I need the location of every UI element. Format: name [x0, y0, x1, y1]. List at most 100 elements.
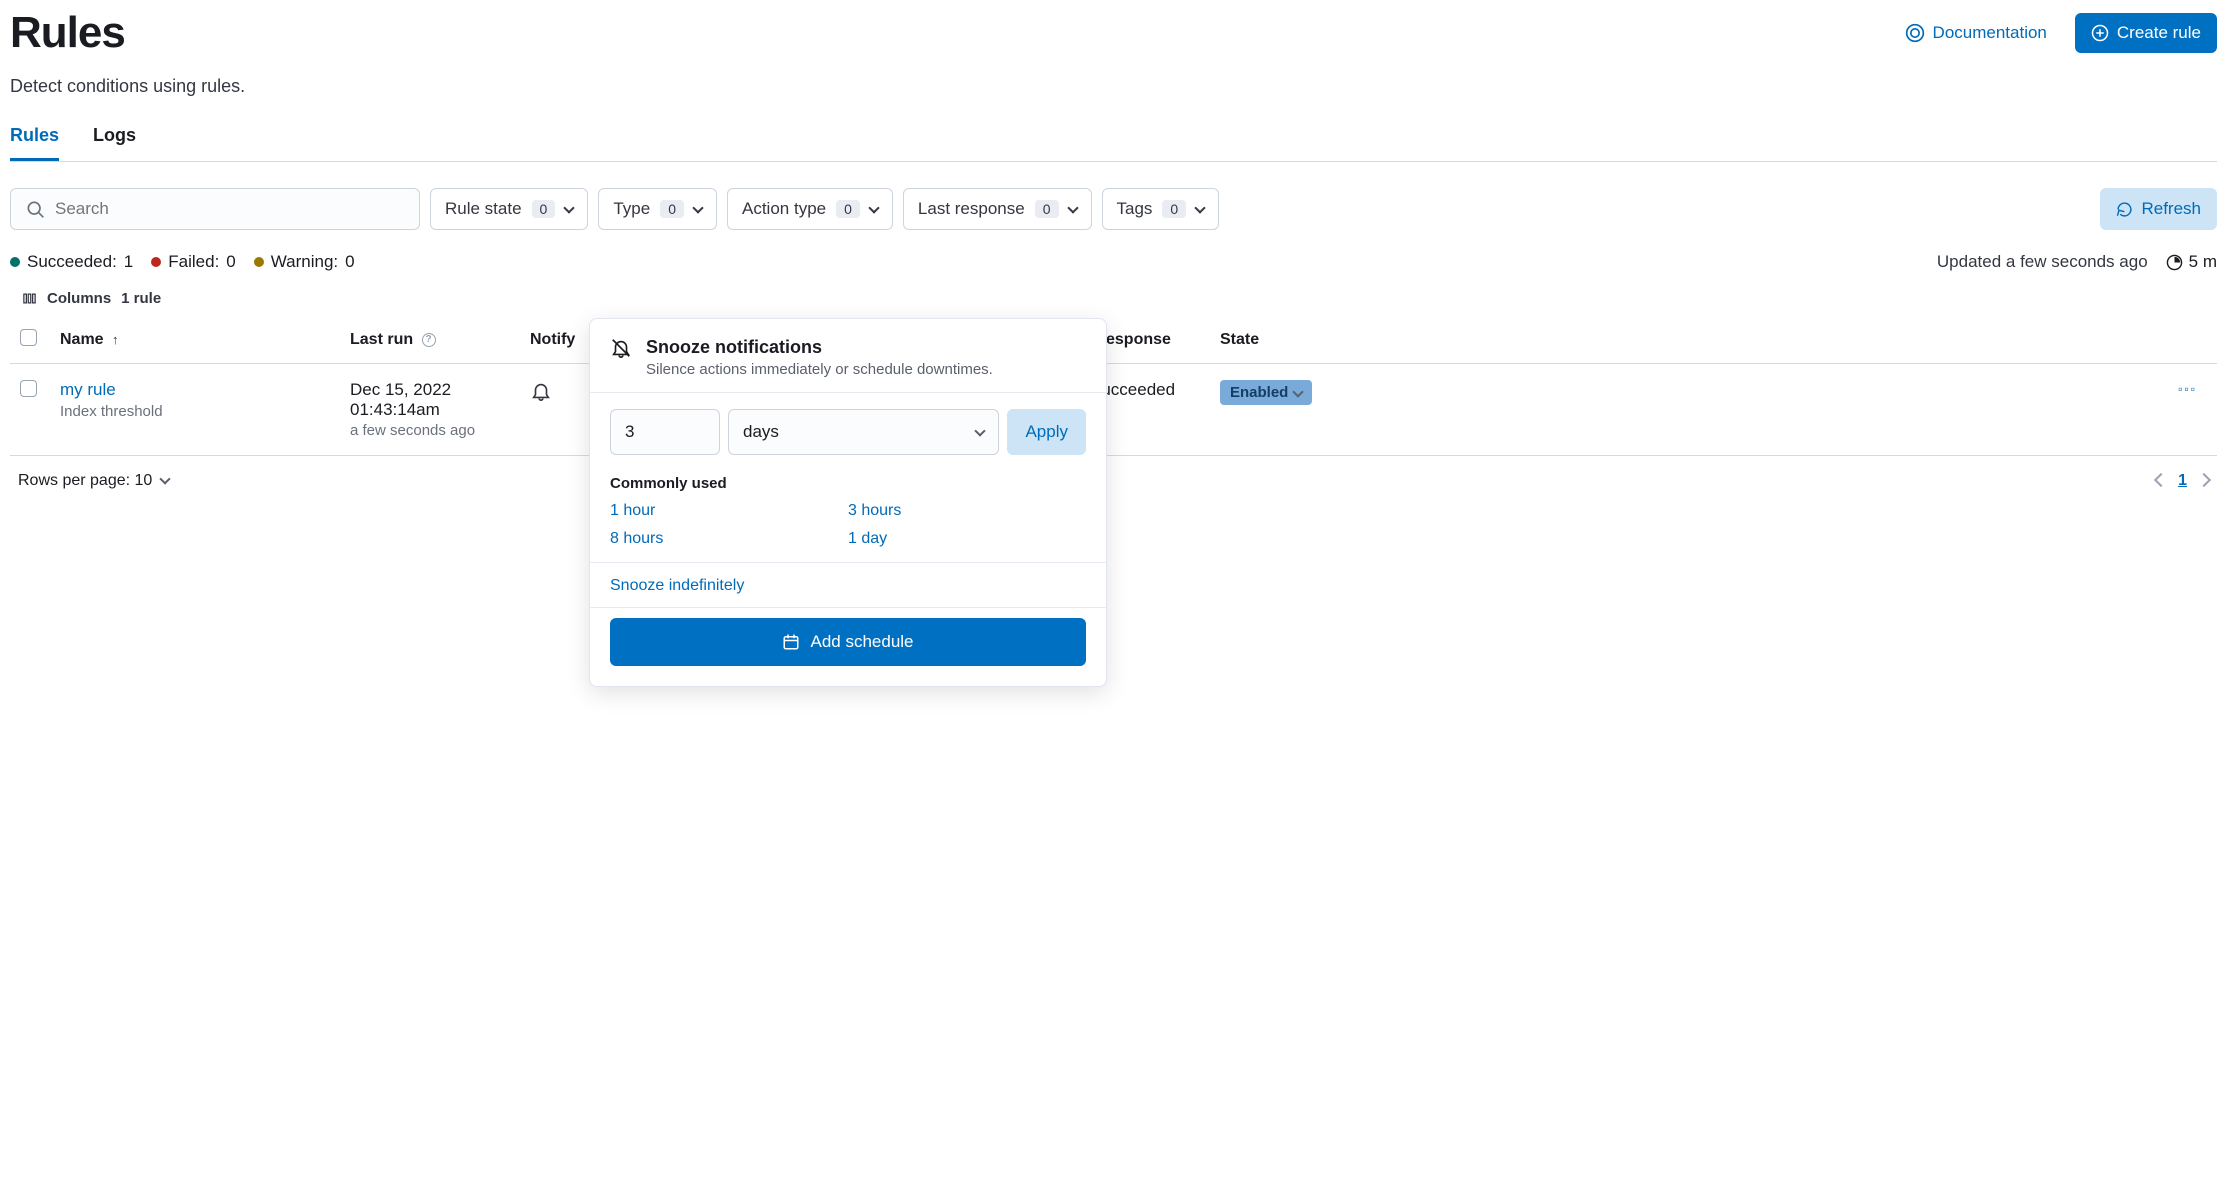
- row-checkbox[interactable]: [20, 380, 37, 397]
- snooze-duration-input[interactable]: [610, 409, 720, 455]
- updated-text: Updated a few seconds ago: [1937, 252, 2148, 272]
- filter-action-type[interactable]: Action type 0: [727, 188, 893, 230]
- snooze-input-row: days Apply: [610, 409, 1086, 455]
- chevron-down-icon: [1195, 202, 1206, 213]
- chevron-down-icon: [564, 202, 575, 213]
- pager-next[interactable]: [2199, 472, 2209, 490]
- page-subtitle: Detect conditions using rules.: [10, 76, 2217, 97]
- popover-subtitle: Silence actions immediately or schedule …: [646, 361, 993, 378]
- filter-tags[interactable]: Tags 0: [1102, 188, 1220, 230]
- status-succeeded-label: Succeeded:: [27, 252, 117, 272]
- chevron-down-icon: [975, 425, 986, 436]
- tab-logs[interactable]: Logs: [93, 125, 136, 161]
- documentation-link[interactable]: Documentation: [1905, 23, 2047, 43]
- table-row: my rule Index threshold Dec 15, 2022 01:…: [10, 364, 2217, 456]
- status-warning-label: Warning:: [271, 252, 338, 272]
- common-option-3hours[interactable]: 3 hours: [848, 502, 1086, 520]
- snooze-unit-value: days: [743, 422, 779, 442]
- search-icon: [25, 199, 45, 219]
- dot-icon: [254, 257, 264, 267]
- pager-prev[interactable]: [2156, 472, 2166, 490]
- search-input-wrapper[interactable]: [10, 188, 420, 230]
- row-actions-button[interactable]: ▫▫▫: [2178, 382, 2197, 396]
- status-failed: Failed: 0: [151, 252, 236, 272]
- help-circle-icon: [1905, 23, 1925, 43]
- th-name[interactable]: Name: [60, 331, 104, 348]
- status-failed-label: Failed:: [168, 252, 219, 272]
- state-badge[interactable]: Enabled: [1220, 380, 1312, 405]
- rule-type: Index threshold: [60, 403, 330, 420]
- status-succeeded-value: 1: [124, 252, 133, 272]
- filters-row: Rule state 0 Type 0 Action type 0 Last r…: [10, 188, 2217, 230]
- common-option-1hour[interactable]: 1 hour: [610, 502, 848, 520]
- commonly-used-title: Commonly used: [610, 475, 1086, 492]
- common-option-1day[interactable]: 1 day: [848, 530, 1086, 548]
- filter-action-type-label: Action type: [742, 199, 826, 219]
- refresh-icon: [2116, 201, 2133, 218]
- th-last-run[interactable]: Last run: [350, 331, 413, 348]
- add-schedule-label: Add schedule: [810, 632, 913, 652]
- snooze-unit-select[interactable]: days: [728, 409, 999, 455]
- refresh-interval[interactable]: 5 m: [2166, 252, 2217, 272]
- refresh-label: Refresh: [2141, 199, 2201, 219]
- columns-icon[interactable]: [22, 291, 37, 306]
- last-run-date: Dec 15, 2022: [350, 380, 510, 400]
- documentation-link-label: Documentation: [1933, 23, 2047, 43]
- bell-icon[interactable]: [530, 380, 552, 402]
- tab-rules[interactable]: Rules: [10, 125, 59, 161]
- chevron-down-icon: [868, 202, 879, 213]
- filter-action-type-count: 0: [836, 200, 860, 218]
- pager-page-number[interactable]: 1: [2178, 472, 2187, 490]
- chevron-right-icon: [2197, 473, 2211, 487]
- add-schedule-button[interactable]: Add schedule: [610, 618, 1086, 666]
- state-value: Enabled: [1230, 384, 1288, 401]
- page-title: Rules: [10, 8, 125, 58]
- rules-table: Name ↑ Last run ? Notify t response Stat…: [10, 315, 2217, 456]
- refresh-interval-value: 5 m: [2189, 252, 2217, 272]
- refresh-button[interactable]: Refresh: [2100, 188, 2217, 230]
- bell-off-icon: [610, 337, 632, 359]
- rows-per-page[interactable]: Rows per page: 10: [18, 472, 169, 490]
- popover-body: days Apply Commonly used 1 hour 3 hours …: [590, 393, 1106, 686]
- clock-icon: [2166, 254, 2183, 271]
- info-icon[interactable]: ?: [422, 333, 436, 347]
- chevron-down-icon: [692, 202, 703, 213]
- filter-last-response-label: Last response: [918, 199, 1025, 219]
- create-rule-button[interactable]: Create rule: [2075, 13, 2217, 53]
- filter-type-count: 0: [660, 200, 684, 218]
- pager: 1: [2156, 472, 2209, 490]
- filter-tags-label: Tags: [1117, 199, 1153, 219]
- table-footer: Rows per page: 10 1: [10, 456, 2217, 490]
- popover-header: Snooze notifications Silence actions imm…: [590, 319, 1106, 392]
- chevron-down-icon: [1293, 386, 1304, 397]
- plus-circle-icon: [2091, 24, 2109, 42]
- filter-type-label: Type: [613, 199, 650, 219]
- common-option-8hours[interactable]: 8 hours: [610, 530, 848, 548]
- status-row: Succeeded: 1 Failed: 0 Warning: 0 Update…: [10, 252, 2217, 272]
- calendar-icon: [782, 633, 800, 651]
- filter-type[interactable]: Type 0: [598, 188, 717, 230]
- filter-rule-state-count: 0: [532, 200, 556, 218]
- select-all-checkbox[interactable]: [20, 329, 37, 346]
- last-run-time: 01:43:14am: [350, 400, 510, 420]
- filter-rule-state-label: Rule state: [445, 199, 522, 219]
- filter-last-response[interactable]: Last response 0: [903, 188, 1092, 230]
- status-succeeded: Succeeded: 1: [10, 252, 133, 272]
- filter-last-response-count: 0: [1035, 200, 1059, 218]
- status-warning: Warning: 0: [254, 252, 355, 272]
- chevron-left-icon: [2154, 473, 2168, 487]
- columns-toggle[interactable]: Columns: [47, 290, 111, 307]
- chevron-down-icon: [1067, 202, 1078, 213]
- search-input[interactable]: [55, 199, 405, 219]
- sort-asc-icon: ↑: [112, 332, 119, 347]
- status-warning-value: 0: [345, 252, 354, 272]
- commonly-used-grid: 1 hour 3 hours 8 hours 1 day: [610, 502, 1086, 548]
- filter-rule-state[interactable]: Rule state 0: [430, 188, 588, 230]
- dot-icon: [151, 257, 161, 267]
- th-state[interactable]: State: [1210, 315, 1370, 364]
- apply-button[interactable]: Apply: [1007, 409, 1086, 455]
- rule-count: 1 rule: [121, 290, 161, 307]
- last-run-relative: a few seconds ago: [350, 422, 510, 439]
- rule-name-link[interactable]: my rule: [60, 380, 330, 400]
- snooze-indefinitely-link[interactable]: Snooze indefinitely: [610, 563, 1086, 599]
